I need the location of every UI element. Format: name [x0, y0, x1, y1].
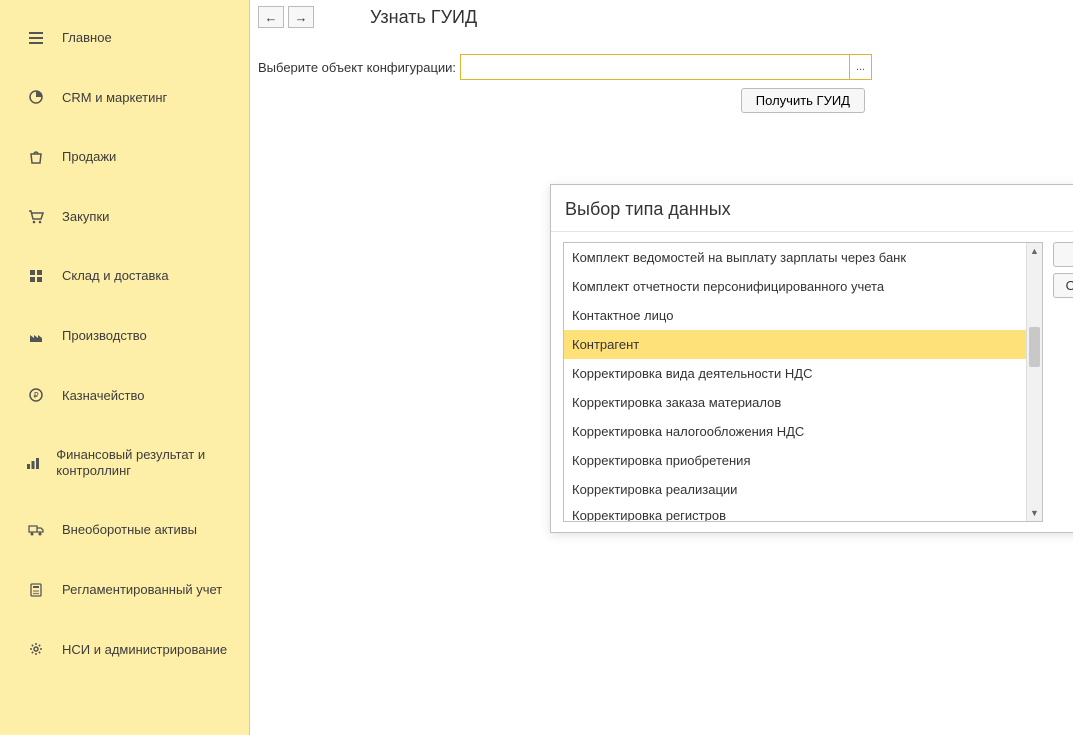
- sidebar-item-label: CRM и маркетинг: [62, 90, 167, 106]
- sidebar-item-warehouse[interactable]: Склад и доставка: [0, 246, 249, 306]
- sidebar-item-crm[interactable]: CRM и маркетинг: [0, 68, 249, 128]
- truck-icon: [22, 524, 50, 536]
- bag-icon: [22, 150, 50, 164]
- sidebar-item-label: Внеоборотные активы: [62, 522, 197, 538]
- list-item-selected[interactable]: Контрагент: [564, 330, 1026, 359]
- chevron-up-icon: ▲: [1030, 246, 1039, 256]
- grid-icon: [22, 269, 50, 283]
- sidebar-item-admin[interactable]: НСИ и администрирование: [0, 620, 249, 680]
- nav-back-button[interactable]: ←: [258, 6, 284, 28]
- pie-icon: [22, 90, 50, 104]
- config-object-field: ...: [460, 54, 872, 80]
- data-type-dialog: Выбор типа данных ✕ Комплект ведомостей …: [550, 184, 1073, 533]
- scroll-down-button[interactable]: ▼: [1027, 505, 1042, 521]
- list-item[interactable]: Контактное лицо: [564, 301, 1026, 330]
- sidebar-item-label: Склад и доставка: [62, 268, 169, 284]
- config-object-label: Выберите объект конфигурации:: [258, 60, 456, 75]
- list-item[interactable]: Корректировка заказа материалов: [564, 388, 1026, 417]
- sidebar-item-label: Главное: [62, 30, 112, 46]
- list-item[interactable]: Комплект ведомостей на выплату зарплаты …: [564, 243, 1026, 272]
- select-more-button[interactable]: ...: [849, 55, 871, 79]
- bars-icon: [22, 456, 44, 470]
- factory-icon: [22, 329, 50, 343]
- sidebar-item-purchases[interactable]: Закупки: [0, 187, 249, 247]
- sidebar-item-regulated[interactable]: Регламентированный учет: [0, 560, 249, 620]
- config-object-input[interactable]: [461, 55, 849, 79]
- list-item[interactable]: Корректировка вида деятельности НДС: [564, 359, 1026, 388]
- list-item[interactable]: Корректировка регистров: [564, 504, 1026, 521]
- get-guid-button[interactable]: Получить ГУИД: [741, 88, 865, 113]
- toolbar: ← → Узнать ГУИД: [250, 0, 1073, 34]
- cart-icon: [22, 210, 50, 224]
- sidebar-item-production[interactable]: Производство: [0, 306, 249, 366]
- list-item[interactable]: Комплект отчетности персонифицированного…: [564, 272, 1026, 301]
- gear-icon: [22, 642, 50, 656]
- sidebar-item-label: Казначейство: [62, 388, 144, 404]
- sidebar-item-treasury[interactable]: ₽ Казначейство: [0, 366, 249, 426]
- scroll-up-button[interactable]: ▲: [1027, 243, 1042, 259]
- sidebar-item-finance[interactable]: Финансовый результат и контроллинг: [0, 425, 249, 500]
- calc-icon: [22, 583, 50, 597]
- data-type-list-container: Комплект ведомостей на выплату зарплаты …: [563, 242, 1043, 522]
- list-scrollbar[interactable]: ▲ ▼: [1026, 243, 1042, 521]
- ellipsis-icon: ...: [856, 61, 865, 73]
- ruble-icon: ₽: [22, 388, 50, 402]
- scroll-thumb[interactable]: [1029, 327, 1040, 367]
- list-item[interactable]: Корректировка реализации: [564, 475, 1026, 504]
- arrow-left-icon: ←: [265, 10, 278, 25]
- main-area: ← → Узнать ГУИД Выберите объект конфигур…: [250, 0, 1073, 735]
- sidebar: Главное CRM и маркетинг Продажи Закупки …: [0, 0, 250, 735]
- cancel-button[interactable]: Отмена: [1053, 273, 1073, 298]
- list-item[interactable]: Корректировка приобретения: [564, 446, 1026, 475]
- svg-text:₽: ₽: [33, 391, 38, 400]
- sidebar-item-label: Продажи: [62, 149, 116, 165]
- data-type-list[interactable]: Комплект ведомостей на выплату зарплаты …: [564, 243, 1026, 521]
- page-title: Узнать ГУИД: [370, 7, 477, 28]
- sidebar-item-label: Производство: [62, 328, 147, 344]
- nav-forward-button[interactable]: →: [288, 6, 314, 28]
- list-item[interactable]: Корректировка налогообложения НДС: [564, 417, 1026, 446]
- ok-button[interactable]: OK: [1053, 242, 1073, 267]
- dialog-title: Выбор типа данных: [565, 199, 731, 220]
- sidebar-item-sales[interactable]: Продажи: [0, 127, 249, 187]
- menu-icon: [22, 32, 50, 44]
- sidebar-item-label: Регламентированный учет: [62, 582, 222, 598]
- arrow-right-icon: →: [295, 10, 308, 25]
- sidebar-item-label: НСИ и администрирование: [62, 642, 227, 658]
- sidebar-item-label: Финансовый результат и контроллинг: [56, 447, 237, 478]
- sidebar-item-main[interactable]: Главное: [0, 8, 249, 68]
- sidebar-item-label: Закупки: [62, 209, 109, 225]
- chevron-down-icon: ▼: [1030, 508, 1039, 518]
- sidebar-item-assets[interactable]: Внеоборотные активы: [0, 500, 249, 560]
